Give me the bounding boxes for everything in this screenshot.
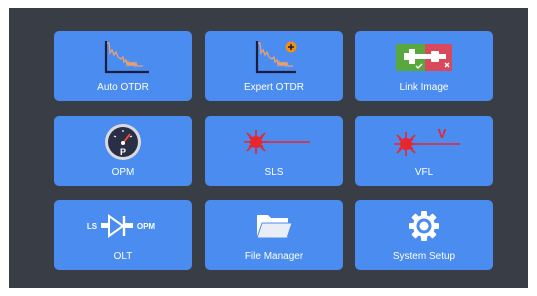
- power-meter-gauge-icon: P: [54, 122, 192, 162]
- main-menu-screen: Auto OTDR Expert OTDR Link Image P OPM S…: [9, 8, 528, 288]
- link-image-icon: [355, 37, 493, 77]
- tile-label: File Manager: [244, 251, 304, 262]
- tile-label: Expert OTDR: [243, 82, 304, 93]
- opm-text: OPM: [137, 222, 156, 231]
- gauge-letter: P: [120, 147, 126, 157]
- diode-ls-opm-icon: LS OPM: [54, 206, 192, 246]
- gear-icon: [355, 206, 493, 246]
- folder-icon: [205, 206, 343, 246]
- opm-button[interactable]: P OPM: [54, 116, 192, 186]
- expert-otdr-button[interactable]: Expert OTDR: [205, 31, 343, 101]
- vfl-button[interactable]: V VFL: [355, 116, 493, 186]
- file-manager-button[interactable]: File Manager: [205, 200, 343, 270]
- sls-button[interactable]: SLS: [205, 116, 343, 186]
- laser-source-icon: [205, 122, 343, 162]
- vfl-marker: V: [438, 126, 447, 141]
- visual-fault-locator-icon: V: [355, 122, 493, 162]
- tile-label: VFL: [414, 167, 434, 178]
- tile-label: OLT: [113, 251, 133, 262]
- ls-text: LS: [87, 222, 98, 231]
- system-setup-button[interactable]: System Setup: [355, 200, 493, 270]
- tile-label: Auto OTDR: [97, 82, 149, 93]
- otdr-trace-icon: [54, 37, 192, 77]
- link-image-button[interactable]: Link Image: [355, 31, 493, 101]
- auto-otdr-button[interactable]: Auto OTDR: [54, 31, 192, 101]
- tile-label: OPM: [111, 167, 135, 178]
- otdr-trace-plus-icon: [205, 37, 343, 77]
- olt-button[interactable]: LS OPM OLT: [54, 200, 192, 270]
- tile-label: Link Image: [399, 82, 449, 93]
- tile-label: System Setup: [392, 251, 456, 262]
- tile-label: SLS: [264, 167, 284, 178]
